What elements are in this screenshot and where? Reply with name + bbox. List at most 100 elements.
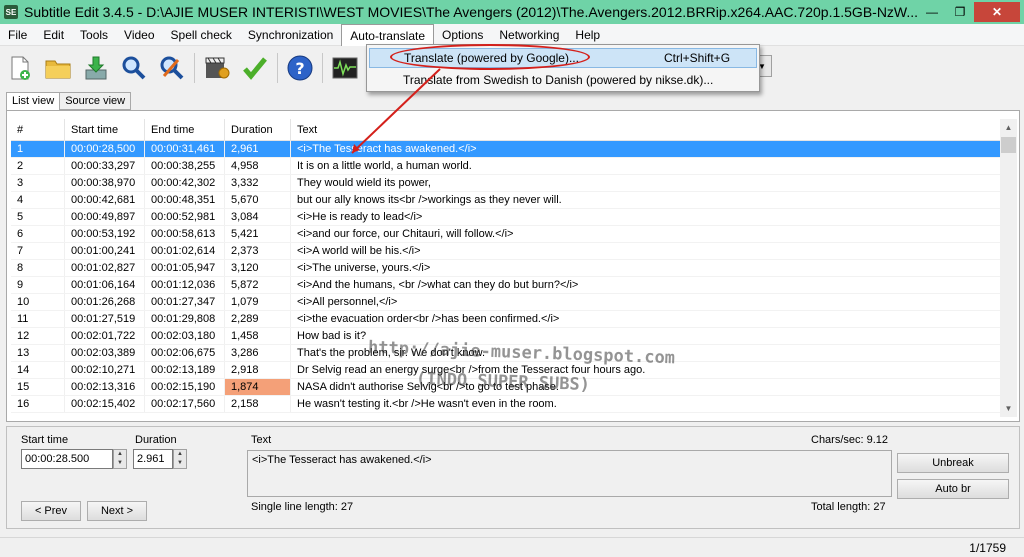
help-icon[interactable]: ? [284,52,316,84]
toolbar-separator [277,53,278,83]
cell-duration: 1,874 [225,379,291,395]
menu-options[interactable]: Options [434,24,491,46]
col-header-end-time[interactable]: End time [145,119,225,140]
cell-duration: 3,120 [225,260,291,276]
table-row[interactable]: 4 00:00:42,681 00:00:48,351 5,670 but our al… [11,192,1001,209]
cell-number: 2 [11,158,65,174]
cell-text: but our ally knows its<br />workings as … [297,194,562,206]
cell-end-time: 00:01:05,947 [145,260,225,276]
cell-start-time: 00:02:01,722 [65,328,145,344]
table-row[interactable]: 5 00:00:49,897 00:00:52,981 3,084 <i>He is r… [11,209,1001,226]
table-row[interactable]: 9 00:01:06,164 00:01:12,036 5,872 <i>And the… [11,277,1001,294]
cell-end-time: 00:02:13,189 [145,362,225,378]
stepper-down-icon[interactable]: ▼ [174,459,186,468]
cell-end-time: 00:00:31,461 [145,141,225,157]
table-row[interactable]: 7 00:01:00,241 00:01:02,614 2,373 <i>A world… [11,243,1001,260]
prev-button[interactable]: < Prev [21,501,81,521]
cell-duration: 2,373 [225,243,291,259]
cell-end-time: 00:00:58,613 [145,226,225,242]
text-label: Text [251,434,272,446]
scroll-thumb[interactable] [1001,137,1016,153]
cell-text: <i>All personnel,</i> [297,296,398,308]
table-row[interactable]: 8 00:01:02,827 00:01:05,947 3,120 <i>The uni… [11,260,1001,277]
waveform-icon[interactable] [329,52,361,84]
cell-number: 14 [11,362,65,378]
cell-end-time: 00:01:29,808 [145,311,225,327]
menu-synchronization[interactable]: Synchronization [240,24,341,46]
col-header-duration[interactable]: Duration [225,119,291,140]
new-file-icon[interactable] [4,52,36,84]
table-row[interactable]: 11 00:01:27,519 00:01:29,808 2,289 <i>the ev… [11,311,1001,328]
menu-video[interactable]: Video [116,24,162,46]
table-row[interactable]: 16 00:02:15,402 00:02:17,560 2,158 He wasn't… [11,396,1001,413]
find-icon[interactable] [118,52,150,84]
cell-number: 15 [11,379,65,395]
unbreak-button[interactable]: Unbreak [897,453,1009,473]
status-bar: 1/1759 [0,537,1024,557]
menu-edit[interactable]: Edit [35,24,72,46]
menu-spell-check[interactable]: Spell check [163,24,240,46]
single-line-length: Single line length: 27 [251,501,354,513]
cell-start-time: 00:00:49,897 [65,209,145,225]
duration-label: Duration [135,434,177,446]
table-row[interactable]: 6 00:00:53,192 00:00:58,613 5,421 <i>and our… [11,226,1001,243]
vertical-scrollbar[interactable]: ▲ ▼ [1000,119,1017,417]
duration-stepper[interactable]: ▲ ▼ [173,449,187,469]
visual-sync-icon[interactable] [201,52,233,84]
stepper-up-icon[interactable]: ▲ [174,450,186,459]
cell-text: They would wield its power, [297,177,431,189]
start-time-stepper[interactable]: ▲ ▼ [113,449,127,469]
menu-auto-translate[interactable]: Auto-translate [341,23,435,46]
cell-start-time: 00:01:27,519 [65,311,145,327]
menu-file[interactable]: File [0,24,35,46]
cell-end-time: 00:02:06,675 [145,345,225,361]
cell-text: It is on a little world, a human world. [297,160,472,172]
cell-duration: 1,458 [225,328,291,344]
tab-source-view[interactable]: Source view [59,92,132,110]
title-bar: SE Subtitle Edit 3.4.5 - D:\AJIE MUSER I… [0,0,1024,24]
cell-text: He wasn't testing it.<br />He wasn't eve… [297,398,557,410]
scroll-up-icon[interactable]: ▲ [1000,119,1017,136]
menu-item-label: Translate from Swedish to Danish (powere… [403,73,714,87]
cell-number: 4 [11,192,65,208]
spell-check-icon[interactable] [239,52,271,84]
cell-number: 1 [11,141,65,157]
table-row[interactable]: 3 00:00:38,970 00:00:42,302 3,332 They would… [11,175,1001,192]
cell-duration: 5,670 [225,192,291,208]
start-time-field[interactable]: 00:00:28.500 [21,449,113,469]
cell-number: 11 [11,311,65,327]
table-row[interactable]: 10 00:01:26,268 00:01:27,347 1,079 <i>All pe… [11,294,1001,311]
cell-text: <i>The Tesseract has awakened.</i> [297,143,477,155]
stepper-down-icon[interactable]: ▼ [114,459,126,468]
maximize-button[interactable]: ❐ [946,2,974,22]
edit-panel: Start time 00:00:28.500 ▲ ▼ Duration 2.96… [6,426,1020,529]
stepper-up-icon[interactable]: ▲ [114,450,126,459]
next-button[interactable]: Next > [87,501,147,521]
auto-br-button[interactable]: Auto br [897,479,1009,499]
subtitle-text-editor[interactable]: <i>The Tesseract has awakened.</i> [247,450,892,497]
svg-text:?: ? [295,59,304,78]
table-row[interactable]: 1 00:00:28,500 00:00:31,461 2,961 <i>The Tes… [11,141,1001,158]
menu-networking[interactable]: Networking [491,24,567,46]
replace-icon[interactable] [156,52,188,84]
table-row[interactable]: 2 00:00:33,297 00:00:38,255 4,958 It is on a… [11,158,1001,175]
cell-number: 9 [11,277,65,293]
cell-end-time: 00:00:38,255 [145,158,225,174]
save-download-icon[interactable] [80,52,112,84]
app-icon: SE [4,5,18,19]
scroll-down-icon[interactable]: ▼ [1000,400,1017,417]
cell-start-time: 00:02:13,316 [65,379,145,395]
col-header-text[interactable]: Text [291,119,1001,140]
cell-text: <i>A world will be his.</i> [297,245,421,257]
minimize-button[interactable]: — [918,2,946,22]
duration-field[interactable]: 2.961 [133,449,173,469]
menu-help[interactable]: Help [567,24,608,46]
cell-end-time: 00:01:27,347 [145,294,225,310]
menu-item-translate-nikse[interactable]: Translate from Swedish to Danish (powere… [369,70,757,90]
col-header-number[interactable]: # [11,119,65,140]
tab-list-view[interactable]: List view [6,92,61,111]
menu-tools[interactable]: Tools [72,24,116,46]
col-header-start-time[interactable]: Start time [65,119,145,140]
close-button[interactable]: ✕ [974,2,1020,22]
open-folder-icon[interactable] [42,52,74,84]
